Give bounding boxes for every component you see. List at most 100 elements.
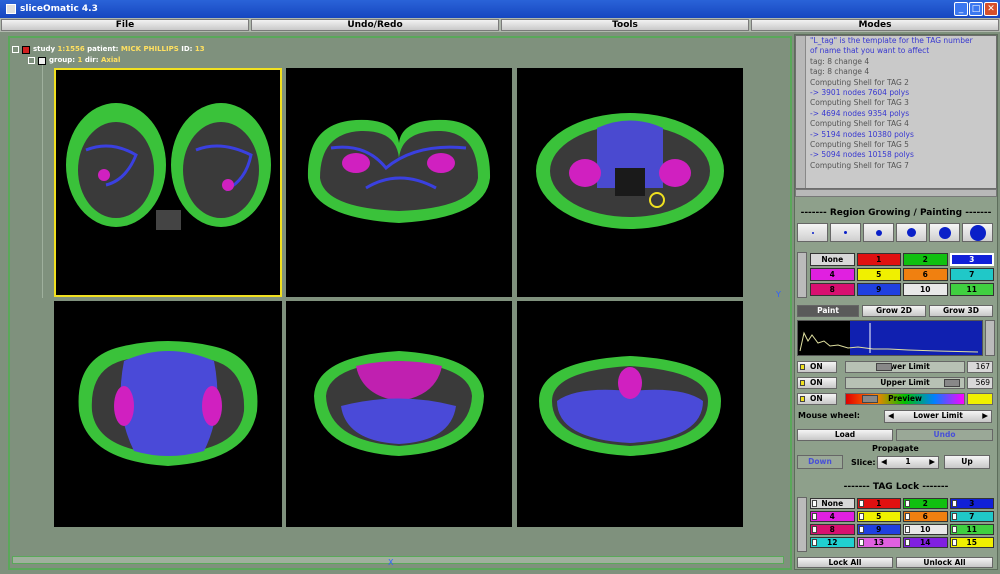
load-button[interactable]: Load — [797, 429, 893, 441]
lock-checkbox-icon[interactable] — [858, 526, 864, 533]
menu-tools[interactable]: Tools — [501, 19, 749, 31]
slice-3[interactable] — [517, 68, 743, 297]
upper-limit-slider[interactable]: Upper Limit — [845, 377, 965, 389]
brush-size-button[interactable] — [896, 223, 927, 242]
lock-checkbox-icon[interactable] — [951, 500, 957, 507]
slider-handle[interactable] — [944, 379, 960, 387]
tag-button[interactable]: 7 — [949, 268, 994, 281]
propagate-down-button[interactable]: Down — [797, 455, 843, 469]
grow3d-mode-button[interactable]: Grow 3D — [929, 305, 993, 317]
tag-lock-button[interactable]: 7 — [949, 511, 994, 522]
upper-limit-toggle[interactable]: ON — [797, 377, 837, 389]
minimize-button[interactable]: _ — [954, 2, 968, 16]
tag-lock-button[interactable]: 5 — [856, 511, 901, 522]
menu-file[interactable]: File — [1, 19, 249, 31]
slice-2[interactable] — [286, 68, 512, 297]
expand-icon[interactable] — [28, 57, 35, 64]
arrow-right-icon[interactable]: ▶ — [982, 411, 988, 421]
menu-modes[interactable]: Modes — [751, 19, 999, 31]
lower-limit-toggle[interactable]: ON — [797, 361, 837, 373]
preview-toggle[interactable]: ON — [797, 393, 837, 405]
tag-lock-button[interactable]: 14 — [903, 537, 948, 548]
tag-lock-button[interactable]: 3 — [949, 498, 994, 509]
tag-button[interactable]: 2 — [903, 253, 948, 266]
lock-all-button[interactable]: Lock All — [797, 557, 893, 568]
paint-mode-button[interactable]: Paint — [797, 305, 859, 317]
slider-handle[interactable] — [876, 363, 892, 371]
slider-handle[interactable] — [862, 395, 878, 403]
tag-button[interactable]: 1 — [856, 253, 901, 266]
log-hscrollbar[interactable] — [795, 189, 997, 197]
close-button[interactable]: ✕ — [984, 2, 998, 16]
mouse-wheel-select[interactable]: ◀ Lower Limit ▶ — [884, 410, 992, 423]
arrow-left-icon[interactable]: ◀ — [888, 411, 894, 421]
brush-size-button[interactable] — [962, 223, 993, 242]
lock-checkbox-icon[interactable] — [905, 500, 910, 507]
arrow-left-icon[interactable]: ◀ — [881, 457, 887, 467]
grow2d-mode-button[interactable]: Grow 2D — [862, 305, 926, 317]
lock-checkbox-icon[interactable] — [812, 526, 817, 533]
lock-checkbox-icon[interactable] — [812, 539, 817, 546]
tree-study-row[interactable]: study 1 : 1556 patient: MICK PHILLIPS ID… — [12, 44, 205, 55]
tag-lock-button[interactable]: 6 — [903, 511, 948, 522]
tag-lock-button[interactable]: 4 — [810, 511, 855, 522]
brush-size-button[interactable] — [929, 223, 960, 242]
tag-button[interactable]: 4 — [810, 268, 855, 281]
histogram-scrollbar[interactable] — [985, 320, 995, 356]
tag-button[interactable]: 5 — [856, 268, 901, 281]
tag-button[interactable]: 3 — [949, 253, 994, 266]
lock-checkbox-icon[interactable] — [905, 539, 910, 546]
tag-lock-button[interactable]: 9 — [856, 524, 901, 535]
log-scrollbar[interactable] — [796, 36, 806, 188]
lock-checkbox-icon[interactable] — [858, 513, 864, 520]
upper-limit-value[interactable]: 569 — [967, 377, 993, 389]
slice-4[interactable] — [54, 301, 282, 527]
brush-size-button[interactable] — [797, 223, 828, 242]
brush-size-button[interactable] — [830, 223, 861, 242]
histogram[interactable] — [797, 320, 983, 356]
lock-checkbox-icon[interactable] — [951, 513, 957, 520]
lock-checkbox-icon[interactable] — [905, 513, 910, 520]
tag-button[interactable]: 9 — [856, 283, 901, 296]
slice-6[interactable] — [517, 301, 743, 527]
propagate-up-button[interactable]: Up — [944, 455, 990, 469]
brush-size-button[interactable] — [863, 223, 894, 242]
tag-lock-button[interactable]: 1 — [856, 498, 901, 509]
lock-checkbox-icon[interactable] — [812, 500, 817, 507]
maximize-button[interactable]: □ — [969, 2, 983, 16]
lower-limit-slider[interactable]: Lower Limit — [845, 361, 965, 373]
slice-1[interactable] — [54, 68, 282, 297]
tag-lock-button[interactable]: 2 — [903, 498, 948, 509]
viewer-scrollbar[interactable] — [12, 556, 784, 564]
tag-lock-button[interactable]: 13 — [856, 537, 901, 548]
tag-button[interactable]: None — [810, 253, 855, 266]
lock-checkbox-icon[interactable] — [812, 513, 817, 520]
arrow-right-icon[interactable]: ▶ — [929, 457, 935, 467]
tag-scrollbar[interactable] — [797, 252, 807, 298]
tag-button[interactable]: 8 — [810, 283, 855, 296]
tag-lock-button[interactable]: 8 — [810, 524, 855, 535]
lower-limit-value[interactable]: 167 — [967, 361, 993, 373]
tag-button[interactable]: 6 — [903, 268, 948, 281]
tag-lock-button[interactable]: None — [810, 498, 855, 509]
tag-lock-button[interactable]: 15 — [949, 537, 994, 548]
lock-checkbox-icon[interactable] — [905, 526, 910, 533]
expand-icon[interactable] — [12, 46, 19, 53]
tag-lock-button[interactable]: 10 — [903, 524, 948, 535]
slice-5[interactable] — [286, 301, 512, 527]
lock-checkbox-icon[interactable] — [858, 539, 864, 546]
lock-checkbox-icon[interactable] — [858, 500, 864, 507]
tree-group-row[interactable]: group: 1 dir: Axial — [12, 55, 205, 66]
preview-color-swatch[interactable] — [967, 393, 993, 405]
tag-lock-button[interactable]: 12 — [810, 537, 855, 548]
menu-undo-redo[interactable]: Undo/Redo — [251, 19, 499, 31]
preview-color-slider[interactable]: Preview — [845, 393, 965, 405]
unlock-all-button[interactable]: Unlock All — [896, 557, 993, 568]
undo-button[interactable]: Undo — [896, 429, 993, 441]
slice-stepper[interactable]: ◀ 1 ▶ — [877, 456, 939, 469]
lock-checkbox-icon[interactable] — [951, 539, 957, 546]
taglock-scrollbar[interactable] — [797, 497, 807, 552]
lock-checkbox-icon[interactable] — [951, 526, 957, 533]
tag-button[interactable]: 10 — [903, 283, 948, 296]
tag-lock-button[interactable]: 11 — [949, 524, 994, 535]
